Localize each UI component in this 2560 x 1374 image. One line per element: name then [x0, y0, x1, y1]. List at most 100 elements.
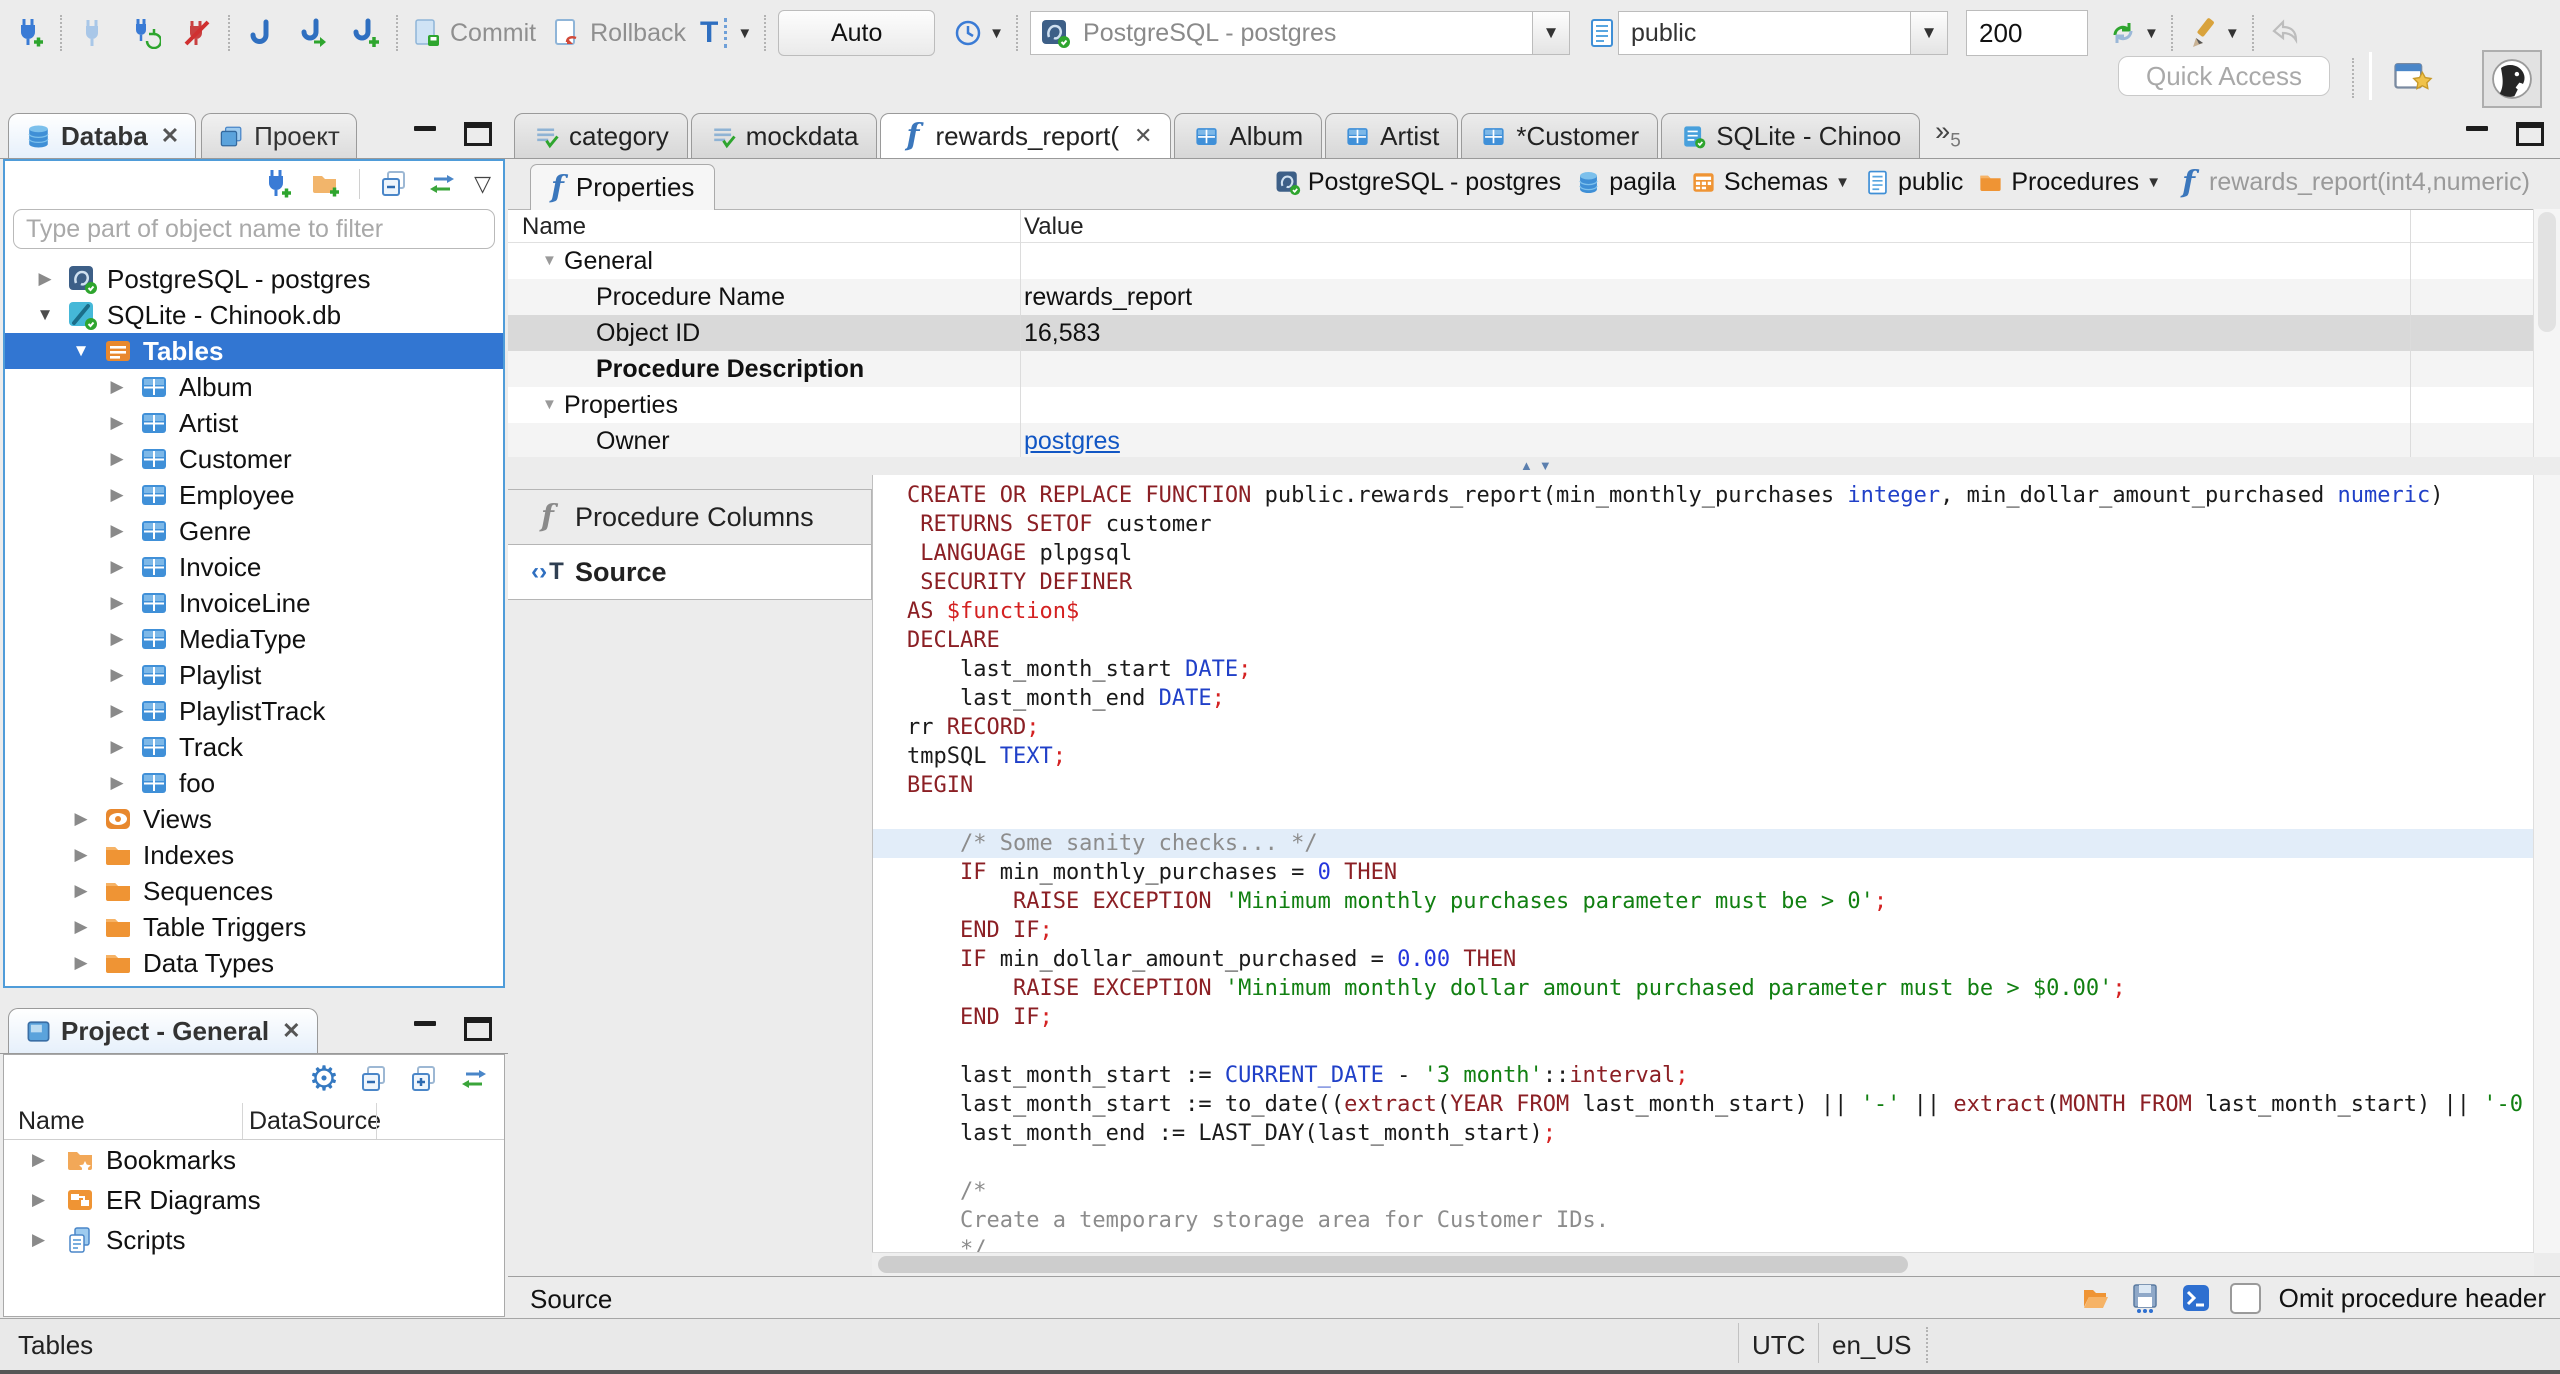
- column-divider[interactable]: [1020, 210, 1021, 458]
- refresh-button[interactable]: [2104, 14, 2142, 52]
- collapse-arrow-icon[interactable]: ▼: [69, 341, 93, 361]
- expand-arrow-icon[interactable]: ▶: [105, 449, 129, 469]
- tree-item-tables[interactable]: ▼ Tables: [5, 333, 503, 369]
- maximize-icon[interactable]: [464, 122, 492, 146]
- breadcrumb-item-postgresql-postgres[interactable]: PostgreSQL - postgres: [1274, 168, 1561, 197]
- tree-item-album[interactable]: ▶ Album: [5, 369, 503, 405]
- tab-properties[interactable]: f Properties: [530, 164, 716, 210]
- dropdown-arrow-icon[interactable]: ▼: [2144, 25, 2159, 42]
- expand-arrow-icon[interactable]: ▶: [105, 737, 129, 757]
- open-in-sql-console-icon[interactable]: [2180, 1282, 2212, 1314]
- tree-item-track[interactable]: ▶ Track: [5, 729, 503, 765]
- source-code-viewer[interactable]: CREATE OR REPLACE FUNCTION public.reward…: [872, 475, 2534, 1253]
- column-divider[interactable]: [376, 1103, 377, 1139]
- new-folder-icon[interactable]: [309, 168, 341, 200]
- dropdown-arrow-icon[interactable]: ▼: [2146, 174, 2161, 191]
- load-from-file-icon[interactable]: [2080, 1282, 2112, 1314]
- tree-item-sqlite-chinook-db[interactable]: ▼ SQLite - Chinook.db: [5, 297, 503, 333]
- editor-tab-rewards-report[interactable]: f rewards_report(✕: [880, 113, 1172, 158]
- property-row-owner[interactable]: Owner postgres: [508, 423, 2534, 458]
- link-with-editor-icon[interactable]: [426, 168, 458, 200]
- close-icon[interactable]: ✕: [1134, 123, 1152, 149]
- tree-item-playlist[interactable]: ▶ Playlist: [5, 657, 503, 693]
- property-row-procedure-name[interactable]: Procedure Name rewards_report: [508, 279, 2534, 315]
- new-sql-editor-button[interactable]: [346, 14, 384, 52]
- tab-overflow-button[interactable]: »5: [1935, 116, 1961, 152]
- minimize-icon[interactable]: [414, 125, 436, 131]
- maximize-icon[interactable]: [464, 1017, 492, 1041]
- navigator-filter-input[interactable]: [13, 209, 495, 249]
- generate-mock-data-button[interactable]: [2185, 14, 2223, 52]
- view-menu-icon[interactable]: ▽: [474, 173, 491, 195]
- expand-all-icon[interactable]: [408, 1063, 440, 1095]
- expand-arrow-icon[interactable]: ▶: [105, 773, 129, 793]
- new-connection-icon[interactable]: [261, 168, 293, 200]
- splitter-sash[interactable]: ▲▼: [508, 457, 2560, 475]
- expand-arrow-icon[interactable]: ▶: [69, 845, 93, 865]
- editor-tab-customer[interactable]: *Customer: [1461, 113, 1659, 158]
- expand-arrow-icon[interactable]: ▶: [105, 665, 129, 685]
- editor-tab-album[interactable]: Album: [1174, 113, 1323, 158]
- column-header-name[interactable]: Name: [522, 213, 586, 241]
- collapse-arrow-icon[interactable]: ▼: [33, 305, 57, 325]
- expand-arrow-icon[interactable]: ▶: [105, 701, 129, 721]
- tree-item-table-triggers[interactable]: ▶ Table Triggers: [5, 909, 503, 945]
- breadcrumb-item-rewards-report-int4-numeric[interactable]: f rewards_report(int4,numeric): [2175, 167, 2530, 197]
- connect-button[interactable]: [74, 14, 112, 52]
- expand-arrow-icon[interactable]: ▶: [105, 557, 129, 577]
- collapse-all-icon[interactable]: [358, 1063, 390, 1095]
- tree-item-mediatype[interactable]: ▶ MediaType: [5, 621, 503, 657]
- tree-item-customer[interactable]: ▶ Customer: [5, 441, 503, 477]
- project-item-er-diagrams[interactable]: ▶ ER Diagrams: [4, 1180, 504, 1220]
- expand-arrow-icon[interactable]: ▶: [32, 1190, 54, 1210]
- code-horizontal-scrollbar[interactable]: [872, 1252, 2534, 1277]
- expand-arrow-icon[interactable]: ▶: [105, 629, 129, 649]
- quick-access-input[interactable]: [2118, 56, 2330, 96]
- tree-item-foo[interactable]: ▶ foo: [5, 765, 503, 801]
- property-row-procedure-description[interactable]: Procedure Description: [508, 351, 2534, 387]
- dropdown-arrow-icon[interactable]: ▼: [989, 25, 1004, 42]
- code-vertical-scrollbar[interactable]: [2533, 475, 2560, 1253]
- collapse-all-icon[interactable]: [378, 168, 410, 200]
- expand-arrow-icon[interactable]: ▶: [105, 593, 129, 613]
- schema-combo-arrow[interactable]: ▼: [1910, 12, 1948, 54]
- expand-arrow-icon[interactable]: ▶: [105, 377, 129, 397]
- expand-arrow-icon[interactable]: ▶: [32, 1230, 54, 1250]
- transaction-log-button[interactable]: [949, 14, 987, 52]
- column-header-name[interactable]: Name: [18, 1107, 85, 1136]
- tree-item-postgresql-postgres[interactable]: ▶ PostgreSQL - postgres: [5, 261, 503, 297]
- expand-arrow-icon[interactable]: ▶: [105, 413, 129, 433]
- tree-item-employee[interactable]: ▶ Employee: [5, 477, 503, 513]
- schema-combo[interactable]: public ▼: [1618, 11, 1949, 55]
- property-row-general[interactable]: ▼ General: [508, 243, 2534, 279]
- commit-mode-button[interactable]: Auto: [778, 10, 936, 56]
- open-sql-console-button[interactable]: [294, 14, 332, 52]
- link-with-editor-icon[interactable]: [458, 1063, 490, 1095]
- save-to-file-icon[interactable]: [2130, 1282, 2162, 1314]
- column-header-datasource[interactable]: DataSource: [249, 1107, 381, 1136]
- expand-arrow-icon[interactable]: ▶: [105, 521, 129, 541]
- status-locale[interactable]: en_US: [1832, 1330, 1912, 1361]
- breadcrumb-item-schemas[interactable]: Schemas ▼: [1690, 168, 1850, 197]
- configure-icon[interactable]: ⚙: [308, 1062, 340, 1096]
- tree-item-invoice[interactable]: ▶ Invoice: [5, 549, 503, 585]
- tab-project-general[interactable]: Project - General ✕: [8, 1008, 318, 1053]
- omit-procedure-header-checkbox[interactable]: [2229, 1282, 2261, 1314]
- tab-project[interactable]: Проект: [201, 113, 357, 158]
- tree-item-invoiceline[interactable]: ▶ InvoiceLine: [5, 585, 503, 621]
- side-tab-source[interactable]: ‹›T Source: [508, 544, 872, 600]
- close-icon[interactable]: ✕: [282, 1018, 300, 1044]
- column-divider[interactable]: [242, 1103, 243, 1139]
- close-icon[interactable]: ✕: [161, 123, 179, 149]
- disconnect-button[interactable]: [178, 14, 216, 52]
- editor-tab-sqlite-chinoo[interactable]: SQLite - Chinoo: [1661, 113, 1921, 158]
- tree-item-indexes[interactable]: ▶ Indexes: [5, 837, 503, 873]
- sash-arrows-icon[interactable]: ▲▼: [1520, 458, 1558, 473]
- column-divider[interactable]: [2410, 210, 2411, 458]
- project-item-bookmarks[interactable]: ▶ Bookmarks: [4, 1140, 504, 1180]
- tree-item-data-types[interactable]: ▶ Data Types: [5, 945, 503, 981]
- editor-tab-mockdata[interactable]: mockdata: [690, 113, 878, 158]
- expand-arrow-icon[interactable]: ▶: [69, 917, 93, 937]
- project-item-scripts[interactable]: ▶ Scripts: [4, 1220, 504, 1260]
- status-timezone[interactable]: UTC: [1752, 1330, 1805, 1361]
